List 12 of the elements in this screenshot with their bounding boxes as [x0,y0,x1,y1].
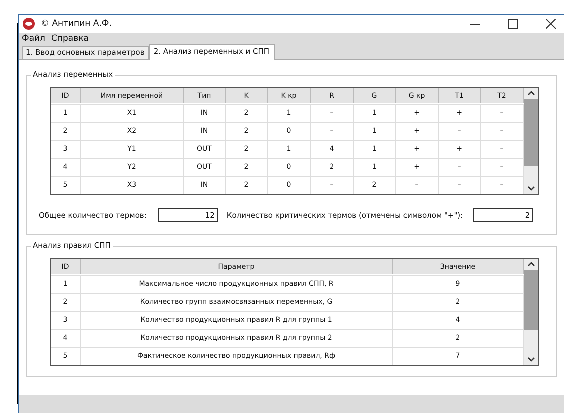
close-icon[interactable] [546,19,556,29]
window-title: © Антипин А.Ф. [41,19,112,29]
scrollbar[interactable] [524,88,538,194]
scroll-up-icon[interactable] [528,91,534,96]
scroll-down-icon[interactable] [528,357,534,362]
menu-item[interactable]: Справка [51,34,89,44]
maximize-icon[interactable] [508,19,518,29]
app-icon [23,18,35,30]
scrollbar[interactable] [524,259,538,365]
scroll-down-icon[interactable] [528,186,534,191]
scroll-up-icon[interactable] [528,262,534,267]
menu-item[interactable]: Файл [22,34,46,44]
